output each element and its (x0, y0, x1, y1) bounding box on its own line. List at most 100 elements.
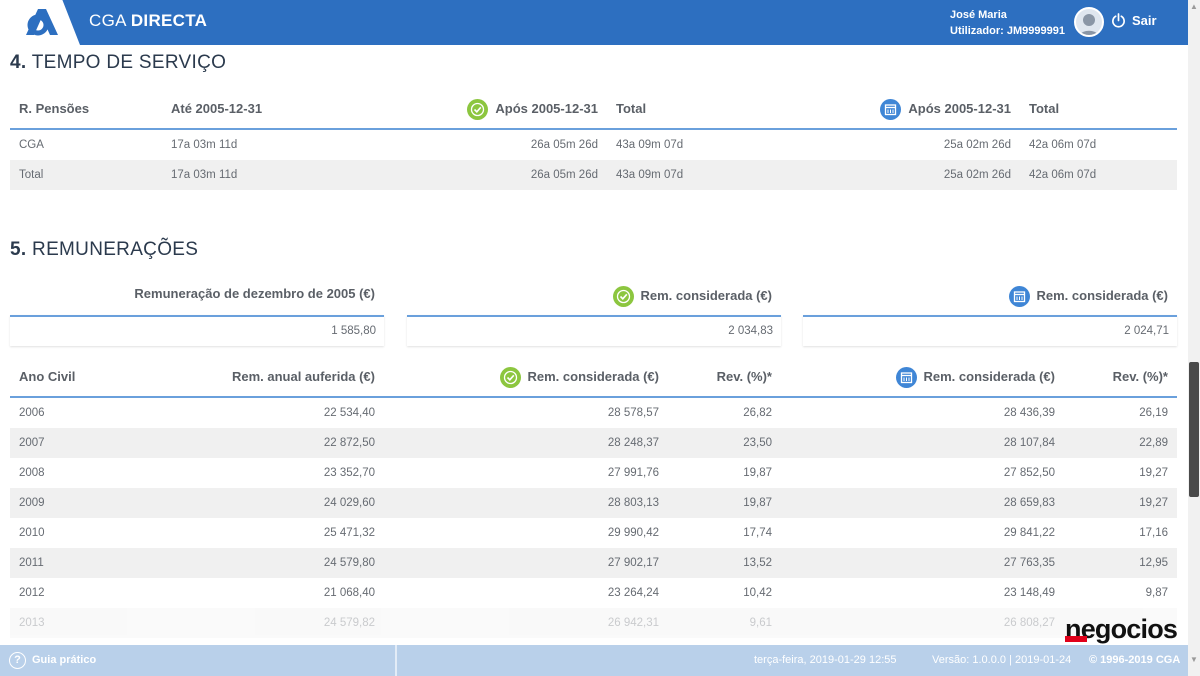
user-avatar-icon (1079, 14, 1099, 35)
summary-label-text: Rem. considerada (€) (1036, 287, 1169, 303)
watermark-red-bar (1065, 636, 1087, 642)
cell-rev: 19,87 (743, 497, 772, 509)
cell-ano: 2010 (19, 527, 45, 539)
avatar[interactable] (1074, 7, 1104, 37)
cell-rem-anual: 24 579,82 (323, 617, 375, 629)
footer-datetime: terça-feira, 2019-01-29 12:55 (754, 654, 897, 666)
cell-rev: 13,52 (743, 557, 772, 569)
cell-regime: Total (19, 169, 44, 181)
cell-rev: 17,74 (743, 527, 772, 539)
app-footer: ? Guia prático terça-feira, 2019-01-29 1… (0, 645, 1188, 676)
power-icon (1112, 13, 1125, 28)
table-row: 2006 22 534,40 28 578,57 26,82 28 436,39 26,1… (10, 398, 1177, 428)
cell-rev-cal: 9,87 (1145, 587, 1168, 599)
scrollbar-thumb[interactable] (1189, 362, 1199, 497)
cell-rem-considerada: 27 991,76 (607, 467, 659, 479)
summary-label-calendar: Rem. considerada (€) (1008, 286, 1169, 307)
cell-apos-2005: 26a 05m 26d (530, 169, 598, 181)
cell-ano: 2011 (19, 557, 44, 569)
cell-total: 43a 09m 07d (616, 139, 684, 151)
table-row: 2012 21 068,40 23 264,24 10,42 23 148,49 9,87 (10, 578, 1177, 608)
table-row: 2008 23 352,70 27 991,76 19,87 27 852,50 19,2… (10, 458, 1177, 488)
col-apos-2005-calendar: Após 2005-12-31 (880, 92, 1011, 126)
cell-rem-anual: 21 068,40 (323, 587, 375, 599)
help-link[interactable]: Guia prático (32, 645, 96, 676)
table-row: 2009 24 029,60 28 803,13 19,87 28 659,83 19,2… (10, 488, 1177, 518)
col-total-calendar: Total (1029, 101, 1060, 116)
cell-apos-2005-cal: 25a 02m 26d (943, 139, 1011, 151)
cell-rem-considerada: 23 264,24 (607, 587, 659, 599)
cell-apos-2005: 26a 05m 26d (530, 139, 598, 151)
summary-value-current: 2 034,83 (407, 315, 781, 346)
logout-button[interactable]: Sair (1111, 13, 1157, 28)
cell-ano: 2013 (19, 617, 45, 629)
table-row: 2007 22 872,50 28 248,37 23,50 28 107,84 22,8… (10, 428, 1177, 458)
summary-value-calendar: 2 024,71 (803, 315, 1177, 346)
cell-ano: 2007 (19, 437, 45, 449)
scrollbar-track[interactable] (1188, 0, 1200, 676)
col-ano-civil: Ano Civil (19, 369, 76, 384)
col-rev-current: Rev. (%)* (716, 369, 772, 384)
col-ate-2005: Até 2005-12-31 (171, 101, 263, 116)
cell-rev-cal: 26,19 (1139, 407, 1168, 419)
table-row: 2010 25 471,32 29 990,42 17,74 29 841,22 17,1… (10, 518, 1177, 548)
cell-rev-cal: 12,95 (1139, 557, 1168, 569)
app-brand: CGA DIRECTA (89, 11, 207, 31)
cell-rem-considerada-cal: 29 841,22 (1003, 527, 1055, 539)
col-apos-label: Após 2005-12-31 (908, 101, 1011, 116)
cell-rem-anual: 22 872,50 (323, 437, 375, 449)
summary-label-current: Rem. considerada (€) (612, 286, 772, 307)
cell-total: 43a 09m 07d (616, 169, 684, 181)
cell-rem-considerada: 28 578,57 (607, 407, 659, 419)
cell-rem-considerada-cal: 23 148,49 (1003, 587, 1055, 599)
col-apos-2005-current: Após 2005-12-31 (467, 92, 598, 126)
cell-rem-considerada: 29 990,42 (607, 527, 659, 539)
cell-rev-cal: 19,27 (1139, 467, 1168, 479)
cell-ate-2005: 17a 03m 11d (171, 139, 238, 151)
cell-rev-cal: 22,89 (1139, 437, 1168, 449)
brand-bold: DIRECTA (130, 11, 208, 30)
cell-rev: 23,50 (743, 437, 772, 449)
cell-ate-2005: 17a 03m 11d (171, 169, 238, 181)
cell-rem-considerada: 28 248,37 (607, 437, 659, 449)
cell-rev-cal: 19,27 (1139, 497, 1168, 509)
cell-rem-anual: 25 471,32 (323, 527, 375, 539)
cell-rem-anual: 22 534,40 (323, 407, 375, 419)
check-circle-icon (467, 99, 489, 121)
scroll-down-icon[interactable]: ▼ (1190, 655, 1198, 665)
cell-ano: 2012 (19, 587, 45, 599)
cell-rem-considerada-cal: 27 852,50 (1003, 467, 1055, 479)
remuneration-table-header: Ano Civil Rem. anual auferida (€) Rem. c… (10, 360, 1177, 398)
table-row: 2013 24 579,82 26 942,31 9,61 26 808,27 (10, 608, 1177, 638)
cell-rem-considerada: 26 942,31 (607, 617, 659, 629)
col-apos-label: Após 2005-12-31 (495, 101, 598, 116)
cell-ano: 2009 (19, 497, 45, 509)
footer-divider (395, 645, 397, 676)
section-title-text: TEMPO DE SERVIÇO (31, 52, 227, 73)
cell-rem-considerada-cal: 26 808,27 (1003, 617, 1055, 629)
cell-rem-considerada-cal: 28 659,83 (1003, 497, 1055, 509)
col-r-pensoes: R. Pensões (19, 101, 90, 116)
cell-rem-anual: 24 029,60 (323, 497, 375, 509)
col-rem-considerada-calendar: Rem. considerada (€) (895, 360, 1055, 394)
scroll-up-icon[interactable]: ▲ (1190, 2, 1198, 12)
table-row: Total 17a 03m 11d 26a 05m 26d 43a 09m 07… (10, 160, 1177, 190)
calendar-icon (880, 99, 902, 121)
cell-ano: 2008 (19, 467, 45, 479)
cell-rev: 19,87 (743, 467, 772, 479)
cell-regime: CGA (19, 139, 44, 151)
negocios-watermark: negocios (1065, 614, 1178, 645)
cell-apos-2005-cal: 25a 02m 26d (943, 169, 1011, 181)
user-info: José Maria Utilizador: JM9999991 (950, 7, 1065, 39)
cell-rev-cal: 17,16 (1139, 527, 1168, 539)
col-rem-anual: Rem. anual auferida (€) (231, 369, 375, 384)
cell-total-cal: 42a 06m 07d (1029, 169, 1097, 181)
cell-rem-anual: 23 352,70 (323, 467, 375, 479)
app-header: CGA DIRECTA José Maria Utilizador: JM999… (0, 0, 1188, 45)
cell-rem-considerada-cal: 27 763,35 (1003, 557, 1055, 569)
check-circle-icon (612, 286, 634, 307)
help-icon[interactable]: ? (9, 652, 26, 669)
section-number: 5. (10, 239, 27, 260)
user-id: Utilizador: JM9999991 (950, 25, 1065, 37)
cga-logo[interactable] (0, 0, 80, 45)
